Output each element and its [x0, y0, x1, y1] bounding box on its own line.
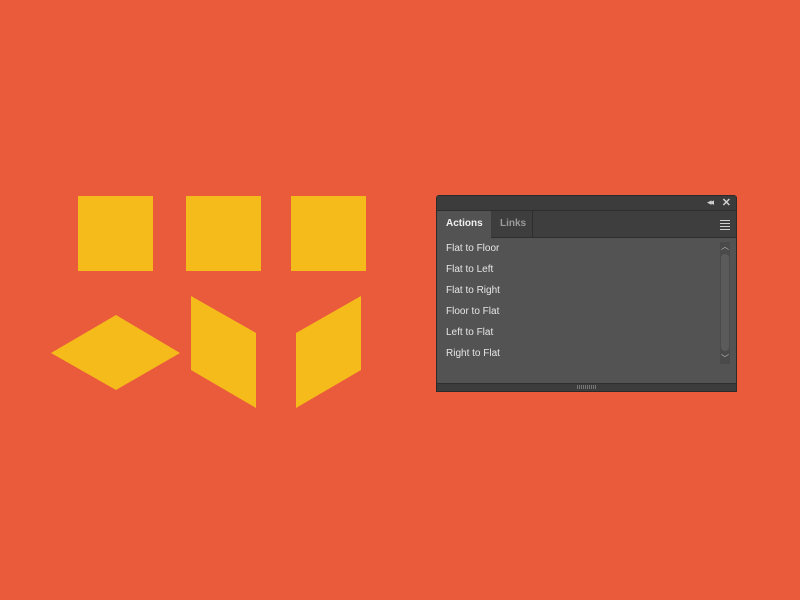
panel-bottombar: [437, 383, 736, 391]
floor-diamond[interactable]: [51, 315, 180, 390]
actions-list: Flat to Floor Flat to Left Flat to Right…: [437, 238, 722, 364]
action-item[interactable]: Floor to Flat: [437, 301, 722, 322]
action-item[interactable]: Left to Flat: [437, 322, 722, 343]
collapse-icon[interactable]: ◂◂: [707, 197, 714, 208]
resize-grip[interactable]: [577, 385, 597, 389]
scrollbar[interactable]: ︿ ﹀: [720, 242, 730, 364]
panel-menu-icon[interactable]: [720, 220, 730, 232]
actions-panel: ◂◂ ✕ Actions Links Flat to Floor Flat to…: [436, 195, 737, 392]
square-3[interactable]: [291, 196, 366, 271]
square-1[interactable]: [78, 196, 153, 271]
action-item[interactable]: Flat to Right: [437, 280, 722, 301]
scroll-thumb[interactable]: [721, 254, 729, 351]
action-item[interactable]: Right to Flat: [437, 343, 722, 364]
action-item[interactable]: Flat to Left: [437, 259, 722, 280]
right-face-parallelogram[interactable]: [296, 296, 361, 408]
tab-links[interactable]: Links: [491, 211, 533, 237]
square-2[interactable]: [186, 196, 261, 271]
scroll-up-icon[interactable]: ︿: [720, 242, 730, 252]
close-icon[interactable]: ✕: [722, 196, 731, 209]
action-item[interactable]: Flat to Floor: [437, 238, 722, 259]
panel-titlebar[interactable]: ◂◂ ✕: [437, 196, 736, 211]
panel-tabbar: Actions Links: [437, 211, 736, 238]
tab-actions[interactable]: Actions: [437, 211, 491, 238]
scroll-down-icon[interactable]: ﹀: [720, 354, 730, 364]
left-face-parallelogram[interactable]: [191, 296, 256, 408]
